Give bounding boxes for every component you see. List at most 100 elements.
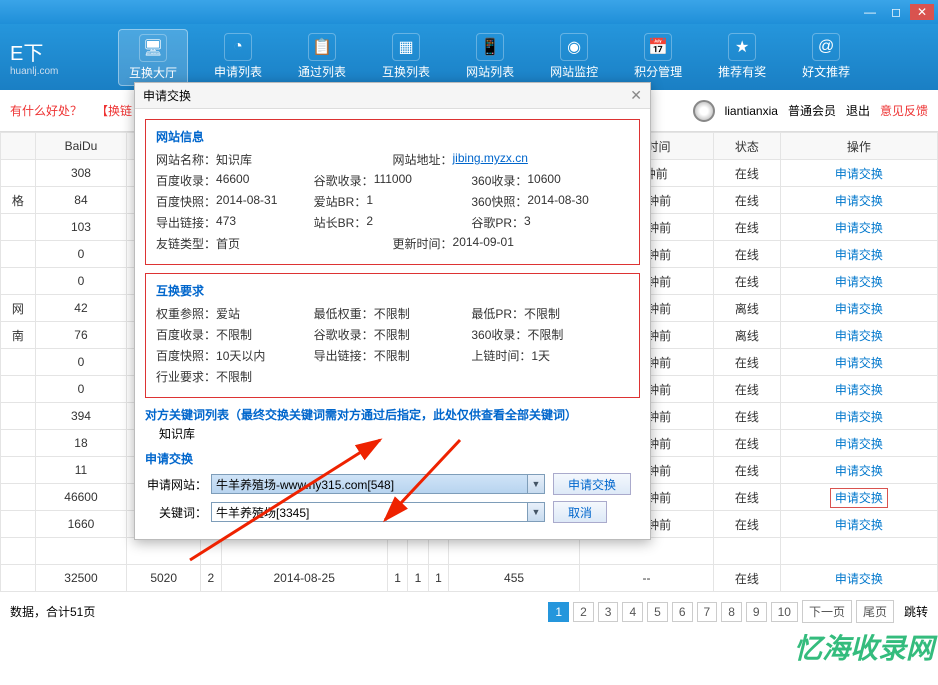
pagination-bar: 数据，合计51页 12345678910下一页尾页跳转 [0,592,938,631]
apply-exchange-link[interactable]: 申请交换 [835,572,883,586]
page-button[interactable]: 2 [573,602,594,622]
dropdown-icon[interactable]: ▼ [527,475,544,493]
toolbar-item-0[interactable]: 🖥互换大厅 [118,29,188,86]
apply-exchange-link[interactable]: 申请交换 [835,275,883,289]
site-info-section: 网站信息 网站名称：知识库网站地址：jibing.myzx.cn百度收录：466… [145,119,640,265]
apply-exchange-link[interactable]: 申请交换 [835,221,883,235]
apply-exchange-link[interactable]: 申请交换 [835,518,883,532]
page-button[interactable]: 9 [746,602,767,622]
toolbar-item-1[interactable]: ◔申请列表 [204,29,272,86]
table-cell: 在线 [714,241,781,268]
keyword-list-value: 知识库 [145,425,640,442]
apply-exchange-link[interactable]: 申请交换 [835,464,883,478]
toolbar-item-2[interactable]: 📋通过列表 [288,29,356,86]
field-label: 谷歌收录： [314,326,374,343]
pagination-info: 数据，合计51页 [10,603,95,620]
apply-section-title: 申请交换 [145,450,640,467]
page-button[interactable]: 3 [598,602,619,622]
field-label: 导出链接： [156,214,216,231]
table-cell [1,511,36,538]
page-button[interactable]: 4 [622,602,643,622]
table-cell: 11 [35,457,127,484]
toolbar-item-3[interactable]: ▦互换列表 [372,29,440,86]
apply-exchange-link[interactable]: 申请交换 [835,329,883,343]
table-cell [35,538,127,565]
field-label: 最低PR： [471,305,524,322]
table-row: 32500502022014-08-25111455--在线申请交换 [1,565,938,592]
apply-exchange-link[interactable]: 申请交换 [835,356,883,370]
apply-keyword-select[interactable]: 牛羊养殖场[3345] ▼ [211,502,545,522]
watermark-text: 忆海收录网 [794,627,934,667]
table-cell: 南 [1,322,36,349]
help-link-exchange[interactable]: 【换链 [96,102,132,119]
apply-exchange-link[interactable]: 申请交换 [835,167,883,181]
field-value: 不限制 [374,326,410,343]
close-window-button[interactable]: ✕ [910,4,934,20]
toolbar-label: 通过列表 [298,63,346,80]
table-cell: -- [579,565,713,592]
table-cell: 0 [35,376,127,403]
table-cell [408,538,428,565]
feedback-link[interactable]: 意见反馈 [880,102,928,119]
apply-exchange-link[interactable]: 申请交换 [835,383,883,397]
field-value: 不限制 [524,305,560,322]
field-label: 百度快照： [156,347,216,364]
page-button[interactable]: 10 [771,602,798,622]
apply-submit-button[interactable]: 申请交换 [553,473,631,495]
logout-link[interactable]: 退出 [846,102,870,119]
table-cell: 在线 [714,457,781,484]
toolbar-item-4[interactable]: 📱网站列表 [456,29,524,86]
page-jump-label: 跳转 [904,603,928,620]
help-link-benefits[interactable]: 有什么好处？ [10,102,82,119]
table-cell [1,538,36,565]
toolbar-item-8[interactable]: @好文推荐 [792,29,860,86]
apply-exchange-link[interactable]: 申请交换 [835,302,883,316]
table-cell: 申请交换 [780,484,937,511]
toolbar-icon: ▦ [392,33,420,61]
table-cell: 1 [387,565,407,592]
apply-exchange-link[interactable]: 申请交换 [830,488,888,508]
field-value[interactable]: jibing.myzx.cn [453,151,528,168]
table-cell [1,268,36,295]
field-label: 360收录： [471,172,527,189]
maximize-button[interactable]: ◻ [884,4,908,20]
page-button[interactable]: 5 [647,602,668,622]
page-button[interactable]: 6 [672,602,693,622]
apply-exchange-link[interactable]: 申请交换 [835,194,883,208]
toolbar-label: 积分管理 [634,63,682,80]
toolbar-item-5[interactable]: ◉网站监控 [540,29,608,86]
page-button[interactable]: 8 [721,602,742,622]
table-cell [1,403,36,430]
apply-site-select[interactable]: 牛羊养殖场-www.ny315.com[548] ▼ [211,474,545,494]
dropdown-icon[interactable]: ▼ [527,503,544,521]
page-button[interactable]: 1 [548,602,569,622]
toolbar-item-6[interactable]: 📅积分管理 [624,29,692,86]
table-cell: 申请交换 [780,322,937,349]
field-value: 不限制 [216,326,252,343]
toolbar-item-7[interactable]: ★推荐有奖 [708,29,776,86]
field-value: 111000 [374,172,412,189]
column-header: 状态 [714,133,781,160]
table-cell [1,160,36,187]
field-label: 网站地址： [393,151,453,168]
table-cell: 在线 [714,484,781,511]
apply-cancel-button[interactable]: 取消 [553,501,607,523]
table-cell: 76 [35,322,127,349]
page-nav-button[interactable]: 下一页 [802,600,852,623]
dialog-close-button[interactable]: ✕ [630,87,642,104]
field-value: 2014-08-30 [527,193,588,210]
member-level-label: 普通会员 [788,102,836,119]
field-value: 不限制 [216,368,252,385]
dialog-title: 申请交换 [143,87,191,104]
minimize-button[interactable]: — [858,4,882,20]
table-cell: 申请交换 [780,430,937,457]
toolbar-icon: 📱 [476,33,504,61]
apply-exchange-link[interactable]: 申请交换 [835,248,883,262]
page-nav-button[interactable]: 尾页 [856,600,894,623]
field-label: 上链时间： [471,347,531,364]
page-button[interactable]: 7 [697,602,718,622]
apply-exchange-link[interactable]: 申请交换 [835,410,883,424]
table-cell: 申请交换 [780,403,937,430]
apply-exchange-link[interactable]: 申请交换 [835,437,883,451]
table-cell: 0 [35,349,127,376]
